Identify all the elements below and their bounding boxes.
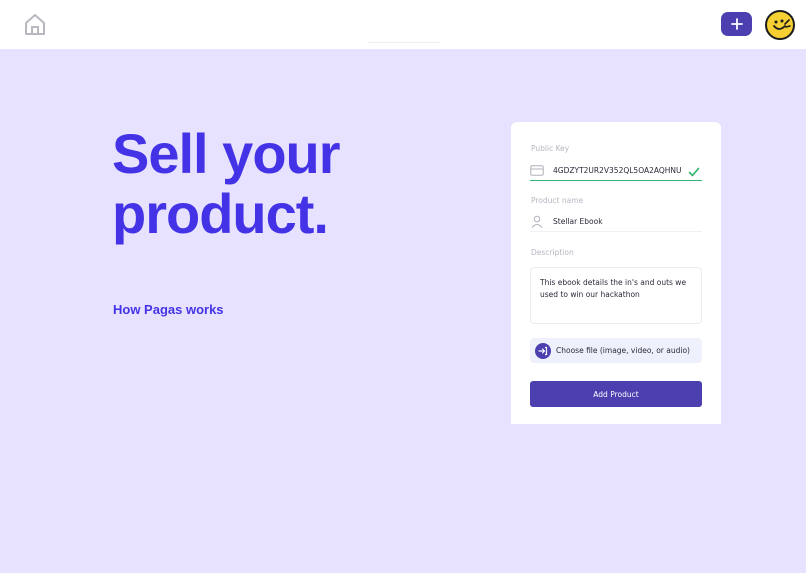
- how-it-works-link[interactable]: How Pagas works: [113, 302, 224, 317]
- description-textarea[interactable]: This ebook details the in's and outs we …: [530, 267, 702, 324]
- upload-arrow-icon: [535, 342, 551, 359]
- add-product-submit-button[interactable]: Add Product: [530, 381, 702, 407]
- check-icon: [688, 163, 700, 177]
- public-key-field[interactable]: 4GDZYT2UR2V352QL5OA2AQHNU: [530, 160, 702, 181]
- add-product-form: Public Key 4GDZYT2UR2V352QL5OA2AQHNU Pro…: [511, 122, 721, 424]
- product-name-field[interactable]: Stellar Ebook: [530, 211, 702, 232]
- nav-divider: [368, 42, 440, 43]
- plus-icon: [730, 18, 743, 30]
- title-line-1: Sell your: [112, 122, 341, 185]
- public-key-value: 4GDZYT2UR2V352QL5OA2AQHNU: [553, 165, 682, 175]
- description-label: Description: [531, 248, 574, 257]
- product-name-value: Stellar Ebook: [553, 216, 603, 226]
- smiley-avatar-icon: [773, 19, 791, 30]
- user-icon: [530, 214, 544, 228]
- top-nav-bar: [0, 0, 806, 49]
- avatar[interactable]: [765, 10, 795, 40]
- choose-file-label: Choose file (image, video, or audio): [556, 346, 690, 355]
- add-product-button[interactable]: [721, 12, 752, 36]
- choose-file-button[interactable]: Choose file (image, video, or audio): [530, 338, 702, 363]
- product-name-label: Product name: [531, 196, 584, 205]
- home-icon[interactable]: [23, 12, 47, 37]
- page-title: Sell your product.: [112, 124, 472, 244]
- title-line-2: product.: [112, 182, 329, 245]
- card-icon: [530, 163, 544, 177]
- public-key-label: Public Key: [531, 144, 570, 153]
